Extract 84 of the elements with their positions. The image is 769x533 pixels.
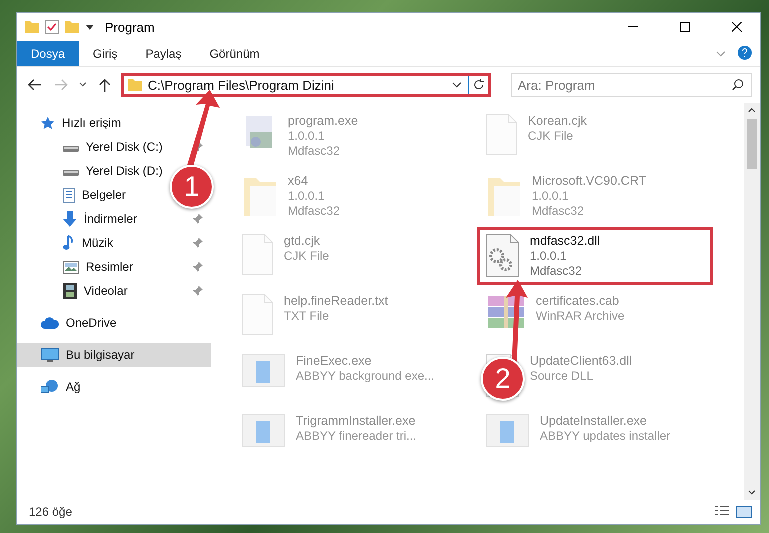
close-icon	[732, 22, 742, 32]
sidebar-item[interactable]: Yerel Disk (C:)	[86, 140, 163, 154]
monitor-icon	[41, 348, 59, 362]
file-name: FineExec.exe	[296, 354, 373, 368]
sidebar-item[interactable]: Bu bilgisayar	[66, 348, 135, 362]
window-title: Program	[105, 20, 156, 34]
file-name: Microsoft.VC90.CRT	[532, 174, 646, 188]
document-icon	[63, 188, 75, 202]
file-detail: 1.0.0.1	[288, 189, 326, 203]
forward-arrow-icon	[54, 79, 68, 91]
file-name: gtd.cjk	[284, 234, 322, 248]
file-name: help.fineReader.txt	[284, 294, 388, 308]
file-detail: 1.0.0.1	[530, 249, 568, 263]
file-detail: Mdfasc32	[288, 144, 342, 158]
item-count: 126 öğe	[29, 505, 74, 519]
file-detail: TXT File	[284, 309, 330, 323]
sidebar-item[interactable]: Resimler	[86, 260, 134, 274]
customize-toolbar-icon	[85, 22, 95, 32]
file-name: certificates.cab	[536, 294, 620, 308]
details-view-icon	[714, 506, 730, 518]
gear-file-icon	[486, 234, 520, 278]
back-arrow-icon	[28, 79, 42, 91]
file-detail: WinRAR Archive	[536, 309, 625, 323]
music-note-icon	[63, 235, 75, 251]
refresh-icon	[472, 79, 484, 91]
search-field[interactable]: Ara: Program	[511, 73, 752, 97]
file-detail: CJK File	[528, 129, 574, 143]
file-detail: CJK File	[284, 249, 330, 263]
document-icon	[242, 234, 274, 276]
ribbon-tab[interactable]: Giriş	[79, 41, 132, 66]
file-detail: ABBYY updates installer	[540, 429, 671, 443]
sidebar-item[interactable]: Videolar	[84, 284, 128, 298]
download-arrow-icon	[63, 211, 77, 227]
application-window-icon	[242, 414, 286, 448]
sidebar-item[interactable]: İndirmeler	[84, 212, 138, 226]
film-icon	[63, 283, 77, 299]
file-name: Korean.cjk	[528, 114, 588, 128]
file-detail: Mdfasc32	[532, 204, 586, 218]
properties-check-icon	[45, 20, 59, 34]
file-name: program.exe	[288, 114, 358, 128]
file-item[interactable]: mdfasc32.dll 1.0.0.1 Mdfasc32	[530, 234, 600, 278]
up-arrow-icon	[99, 78, 111, 92]
large-icons-view-icon	[736, 506, 752, 518]
picture-icon	[63, 260, 79, 274]
star-icon	[41, 116, 55, 130]
document-icon	[486, 114, 518, 156]
ribbon-tab[interactable]: Paylaş	[132, 41, 196, 66]
file-name: UpdateInstaller.exe	[540, 414, 648, 428]
file-detail: 1.0.0.1	[288, 129, 326, 143]
application-window-icon	[242, 354, 286, 388]
file-detail: ABBYY background exe...	[296, 369, 435, 383]
file-detail: Mdfasc32	[530, 264, 584, 278]
document-icon	[242, 294, 274, 336]
chevron-down-icon	[79, 82, 87, 88]
ribbon-tab[interactable]: Görünüm	[196, 41, 274, 66]
folder-icon	[25, 21, 39, 33]
file-detail: ABBYY finereader tri...	[296, 429, 417, 443]
sidebar-item[interactable]: Müzik	[82, 236, 114, 250]
chevron-down-icon	[716, 50, 726, 56]
cloud-icon	[41, 317, 59, 329]
sidebar-item[interactable]: OneDrive	[66, 316, 117, 330]
search-icon	[732, 79, 744, 91]
application-window-icon	[486, 414, 530, 448]
sidebar-item[interactable]: Hızlı erişim	[62, 116, 122, 130]
sidebar-item[interactable]: Ağ	[66, 380, 81, 394]
scrollbar-thumb[interactable]	[747, 119, 757, 169]
folder-icon	[65, 21, 79, 33]
folder-icon	[128, 79, 142, 91]
maximize-icon	[680, 22, 690, 32]
chevron-down-icon	[452, 82, 462, 88]
address-bar[interactable]: C:\Program Files\Program Dizini	[121, 73, 491, 97]
file-detail: 1.0.0.1	[532, 189, 570, 203]
sidebar-item[interactable]: Belgeler	[82, 188, 126, 202]
file-name: x64	[288, 174, 310, 188]
file-name: UpdateClient63.dll	[530, 354, 632, 368]
file-detail: Source DLL	[530, 369, 594, 383]
file-name: TrigrammInstaller.exe	[296, 414, 417, 428]
selection-highlight[interactable]: Bu bilgisayar	[17, 343, 211, 367]
sidebar-item[interactable]: Yerel Disk (D:)	[86, 164, 163, 178]
ribbon-tab[interactable]: Dosya	[17, 41, 80, 66]
file-detail: Mdfasc32	[288, 204, 340, 218]
network-icon	[41, 380, 59, 394]
file-name: mdfasc32.dll	[530, 234, 600, 248]
scrollbar[interactable]	[744, 103, 760, 500]
